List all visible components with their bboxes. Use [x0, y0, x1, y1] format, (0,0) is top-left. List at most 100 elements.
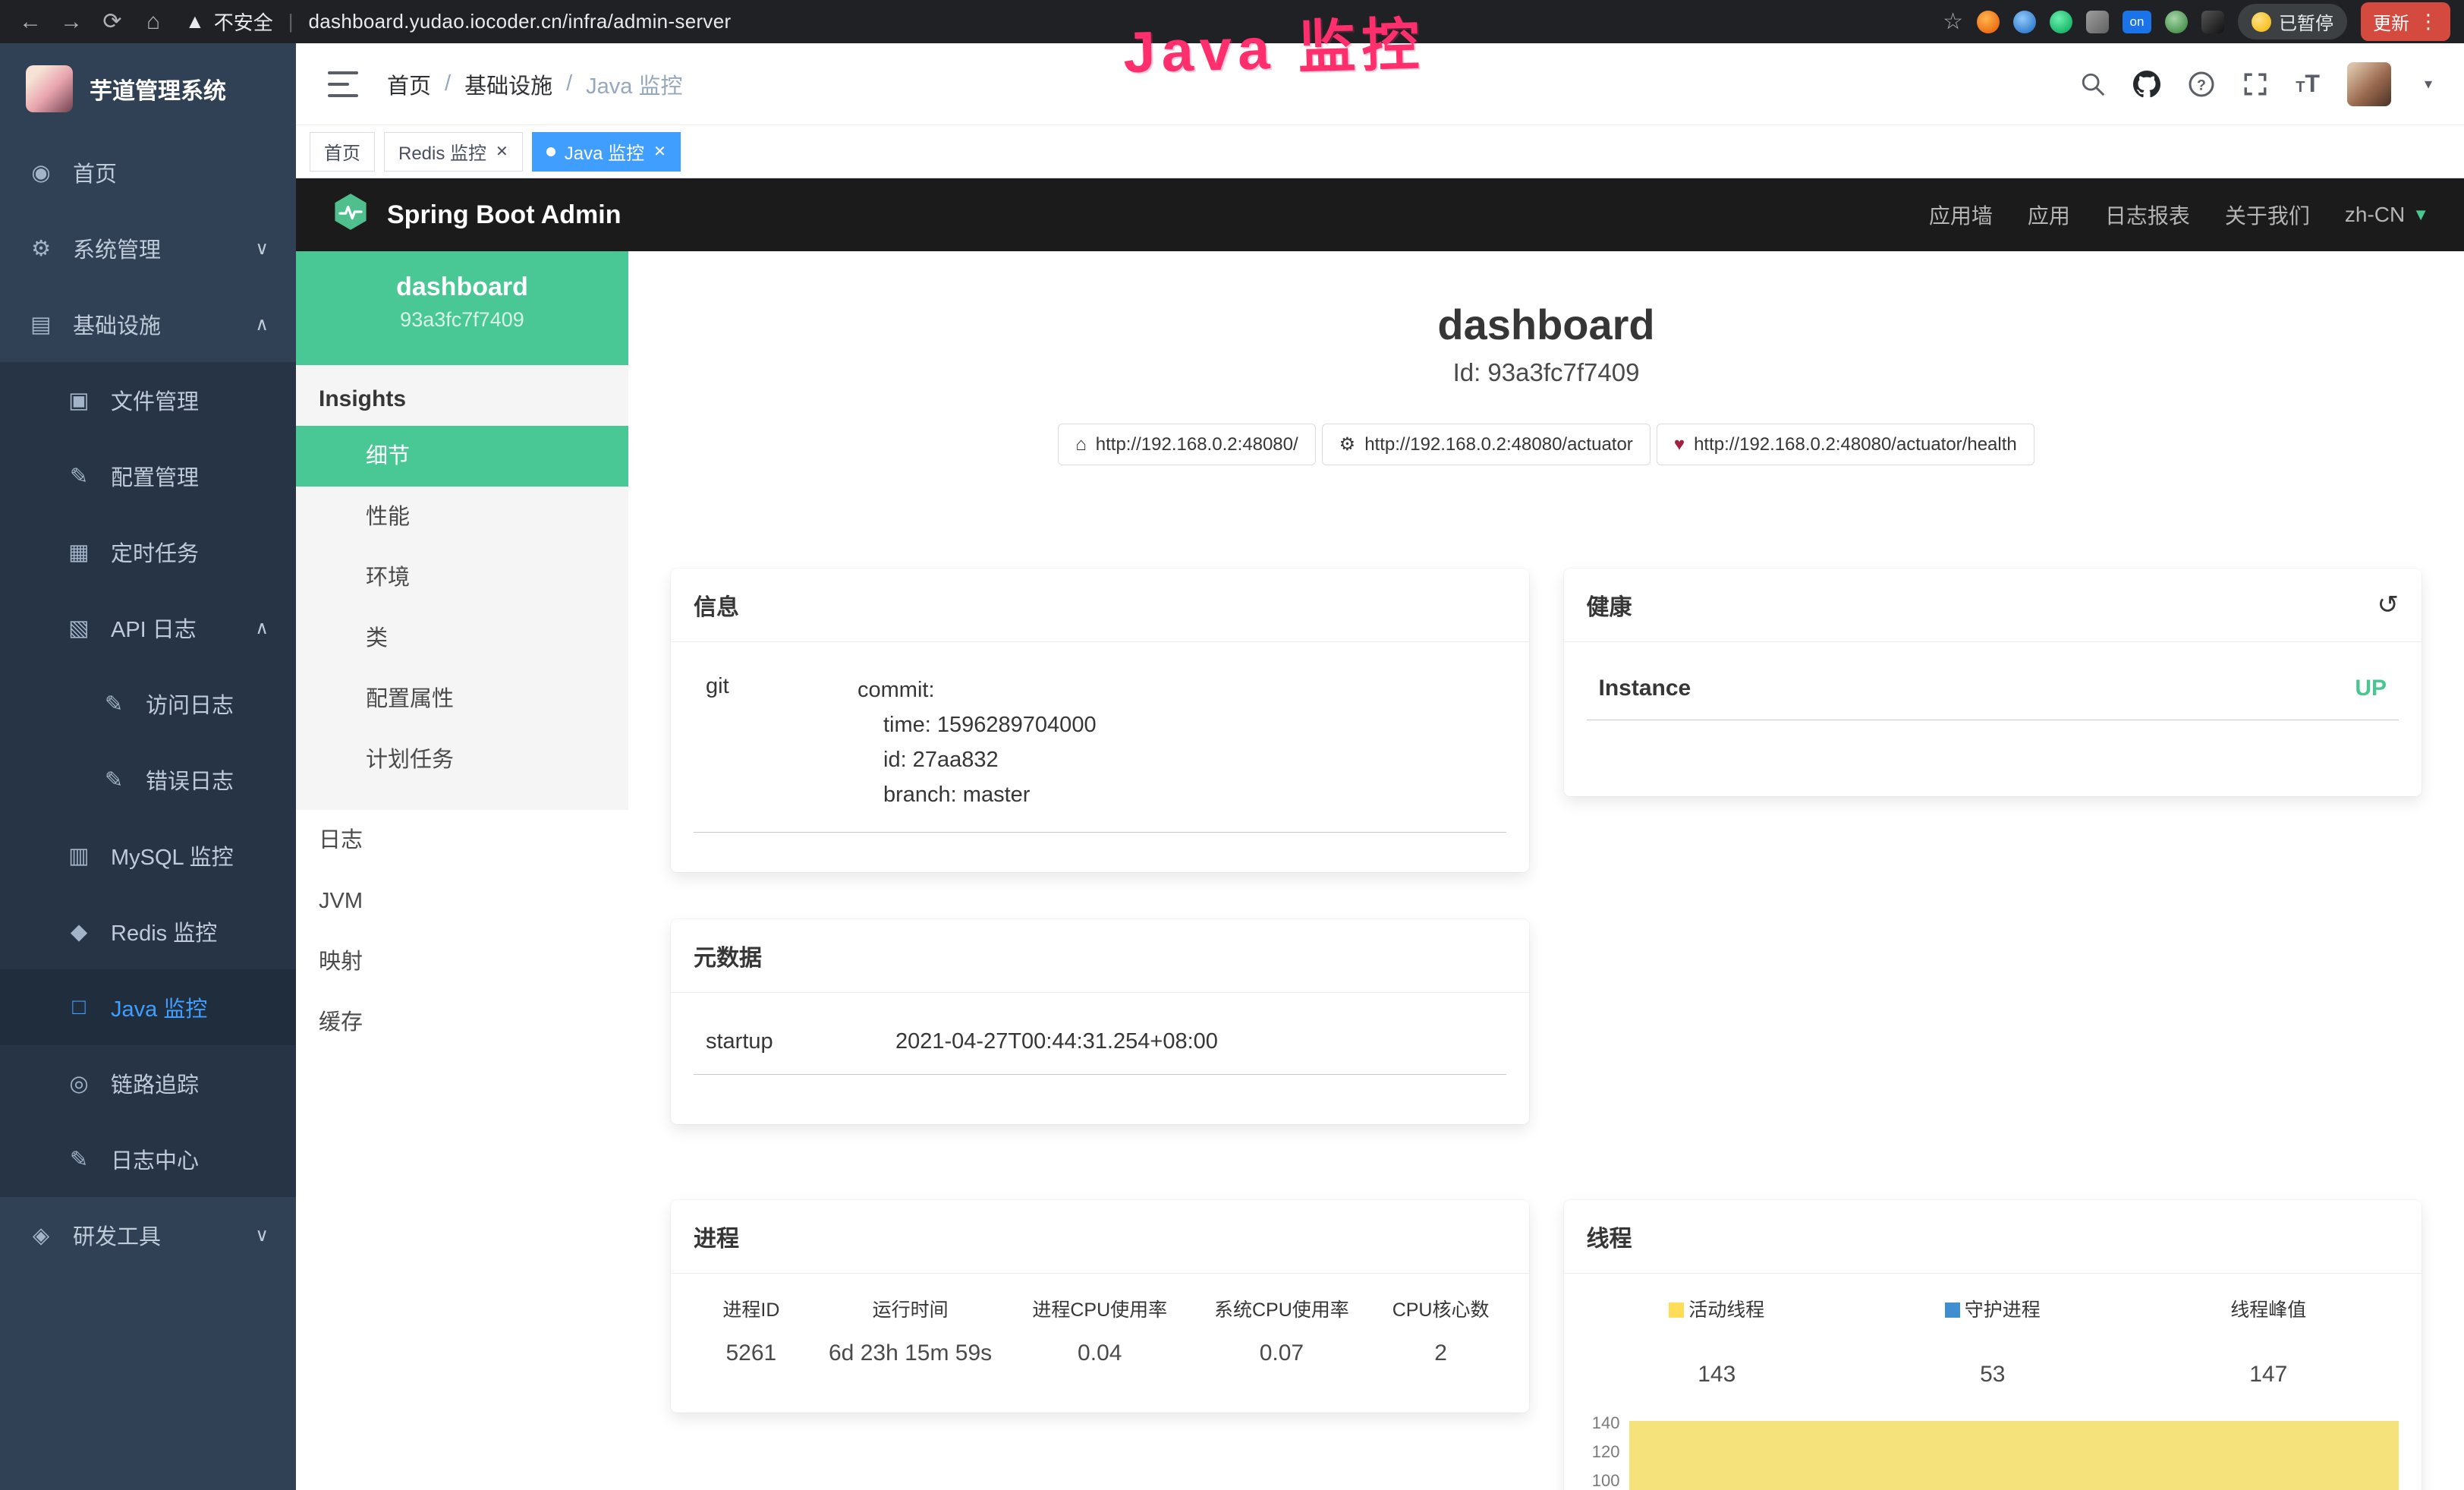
tab-redis-monitor[interactable]: Redis 监控 ✕	[384, 132, 523, 172]
health-card: 健康 ↺ Instance UP	[1564, 569, 2422, 796]
close-icon[interactable]: ✕	[496, 144, 508, 159]
sba-nav-about[interactable]: 关于我们	[2225, 200, 2310, 230]
active-dot	[546, 147, 555, 156]
process-value-row: 5261 6d 23h 15m 59s 0.04 0.07 2	[691, 1322, 1509, 1366]
process-pid-value: 5261	[691, 1340, 812, 1366]
sidebar-item-label: API 日志	[111, 612, 197, 644]
app-logo-image	[26, 65, 73, 112]
extension-leaf-icon[interactable]	[2165, 11, 2188, 33]
sba-nav-journal[interactable]: 日志报表	[2105, 200, 2190, 230]
process-cores-value: 2	[1373, 1340, 1509, 1366]
extension-plugin-icon[interactable]	[2201, 11, 2224, 33]
extension-grid-icon[interactable]	[2086, 11, 2109, 33]
sidebar-item-log-center[interactable]: ✎ 日志中心	[0, 1121, 296, 1197]
sidebar-item-error-log[interactable]: ✎ 错误日志	[0, 742, 296, 817]
sba-nav-wallboard[interactable]: 应用墙	[1929, 200, 1993, 230]
history-icon[interactable]: ↺	[2377, 592, 2399, 618]
info-card-header: 信息	[671, 569, 1529, 642]
extension-drop-icon[interactable]	[2013, 11, 2036, 33]
metadata-value: 2021-04-27T00:44:31.254+08:00	[895, 1029, 1494, 1054]
app-title: 芋道管理系统	[90, 72, 226, 106]
sidebar-item-label: 系统管理	[73, 232, 161, 264]
fullscreen-icon[interactable]	[2242, 71, 2268, 97]
avatar[interactable]	[2347, 62, 2391, 106]
address-bar[interactable]: ▲ 不安全 | dashboard.yudao.iocoder.cn/infra…	[185, 8, 1943, 36]
smiley-icon	[2252, 12, 2271, 32]
browser-right-cluster: ☆ on 已暂停 更新 ⋮	[1943, 2, 2450, 41]
sidebar-item-config-manage[interactable]: ✎ 配置管理	[0, 438, 296, 514]
hamburger-icon[interactable]	[328, 71, 358, 97]
sba-brand[interactable]: Spring Boot Admin	[331, 192, 621, 238]
sidebar-item-java-monitor[interactable]: □ Java 监控	[0, 969, 296, 1045]
kebab-menu-icon[interactable]: ⋮	[2418, 10, 2438, 33]
sba-language-select[interactable]: zh-CN ▼	[2345, 203, 2429, 227]
cards-left-column: 信息 git commit: time: 1596289704000 id: 2…	[671, 569, 1529, 1413]
paused-label: 已暂停	[2279, 8, 2333, 35]
sba-menu-config-props[interactable]: 配置属性	[296, 669, 628, 729]
extension-fox-icon[interactable]	[1977, 11, 2000, 33]
actuator-url-button[interactable]: ⚙ http://192.168.0.2:48080/actuator	[1322, 424, 1651, 465]
error-log-icon: ✎	[100, 767, 127, 793]
sba-instance-header[interactable]: dashboard 93a3fc7f7409	[296, 251, 628, 365]
sidebar-item-system[interactable]: ⚙ 系统管理 ∨	[0, 210, 296, 286]
sba-menu-metrics[interactable]: 性能	[296, 487, 628, 547]
avatar-caret-icon[interactable]: ▾	[2425, 74, 2432, 93]
search-icon[interactable]	[2080, 71, 2106, 97]
sba-menu-scheduled-tasks[interactable]: 计划任务	[296, 729, 628, 790]
live-threads-value: 143	[1579, 1362, 1855, 1388]
peak-threads-value: 147	[2131, 1362, 2407, 1388]
breadcrumb-home[interactable]: 首页	[387, 68, 431, 100]
process-col-proc-cpu: 进程CPU使用率	[1009, 1295, 1191, 1322]
sba-nav-applications[interactable]: 应用	[2028, 200, 2070, 230]
sidebar-item-api-log[interactable]: ▧ API 日志 ∧	[0, 590, 296, 666]
sidebar-item-label: 定时任务	[111, 536, 199, 568]
sidebar-item-label: MySQL 监控	[111, 840, 234, 871]
extension-v-icon[interactable]	[2050, 11, 2072, 33]
sba-menu-classes[interactable]: 类	[296, 608, 628, 669]
sidebar-item-tracing[interactable]: ◎ 链路追踪	[0, 1045, 296, 1121]
trace-icon: ◎	[65, 1070, 93, 1097]
reload-icon[interactable]: ⟳	[96, 8, 129, 35]
font-size-icon[interactable]: TT	[2296, 70, 2320, 98]
paused-badge[interactable]: 已暂停	[2238, 4, 2347, 39]
help-icon[interactable]: ?	[2188, 71, 2215, 98]
redis-icon: ◆	[65, 918, 93, 945]
sba-menu-details[interactable]: 细节	[296, 426, 628, 487]
github-icon[interactable]	[2133, 71, 2160, 98]
app-logo[interactable]: 芋道管理系统	[0, 43, 296, 134]
back-icon[interactable]: ←	[14, 9, 47, 35]
browser-home-icon[interactable]: ⌂	[137, 9, 170, 35]
tab-home[interactable]: 首页	[310, 132, 375, 172]
sidebar-item-redis-monitor[interactable]: ◆ Redis 监控	[0, 893, 296, 969]
extension-on-badge[interactable]: on	[2123, 11, 2151, 33]
sba-menu-caches[interactable]: 缓存	[296, 992, 628, 1053]
sidebar-item-home[interactable]: ◉ 首页	[0, 134, 296, 210]
info-time-line: time: 1596289704000	[858, 707, 1494, 742]
legend-live-threads: 活动线程	[1579, 1295, 1855, 1322]
breadcrumb-section[interactable]: 基础设施	[464, 68, 552, 100]
sidebar-item-mysql-monitor[interactable]: ▥ MySQL 监控	[0, 817, 296, 893]
sba-menu-jvm[interactable]: JVM	[296, 871, 628, 931]
sba-menu-environment[interactable]: 环境	[296, 547, 628, 608]
process-proc-cpu-value: 0.04	[1009, 1340, 1191, 1366]
sba-main: dashboard Id: 93a3fc7f7409 ⌂ http://192.…	[628, 251, 2464, 1490]
sidebar-item-label: 配置管理	[111, 460, 199, 492]
sidebar-item-label: 研发工具	[73, 1219, 161, 1251]
update-button[interactable]: 更新 ⋮	[2361, 2, 2450, 41]
mysql-icon: ▥	[65, 843, 93, 869]
sidebar-item-file-manage[interactable]: ▣ 文件管理	[0, 362, 296, 438]
sidebar-item-scheduled-tasks[interactable]: ▦ 定时任务	[0, 514, 296, 590]
service-url-button[interactable]: ⌂ http://192.168.0.2:48080/	[1058, 424, 1315, 465]
sidebar-item-dev-tools[interactable]: ◈ 研发工具 ∨	[0, 1197, 296, 1273]
tab-java-monitor[interactable]: Java 监控 ✕	[532, 132, 681, 172]
tools-icon: ◈	[27, 1222, 55, 1249]
forward-icon[interactable]: →	[55, 9, 88, 35]
bookmark-star-icon[interactable]: ☆	[1943, 8, 1963, 35]
health-url-button[interactable]: ♥ http://192.168.0.2:48080/actuator/heal…	[1657, 424, 2034, 465]
sba-menu-mappings[interactable]: 映射	[296, 931, 628, 992]
sidebar-item-access-log[interactable]: ✎ 访问日志	[0, 666, 296, 742]
sba-menu-logs[interactable]: 日志	[296, 810, 628, 871]
close-icon[interactable]: ✕	[653, 144, 666, 159]
header-icons: ? TT ▾	[2080, 62, 2432, 106]
sidebar-item-infrastructure[interactable]: ▤ 基础设施 ∧	[0, 286, 296, 362]
